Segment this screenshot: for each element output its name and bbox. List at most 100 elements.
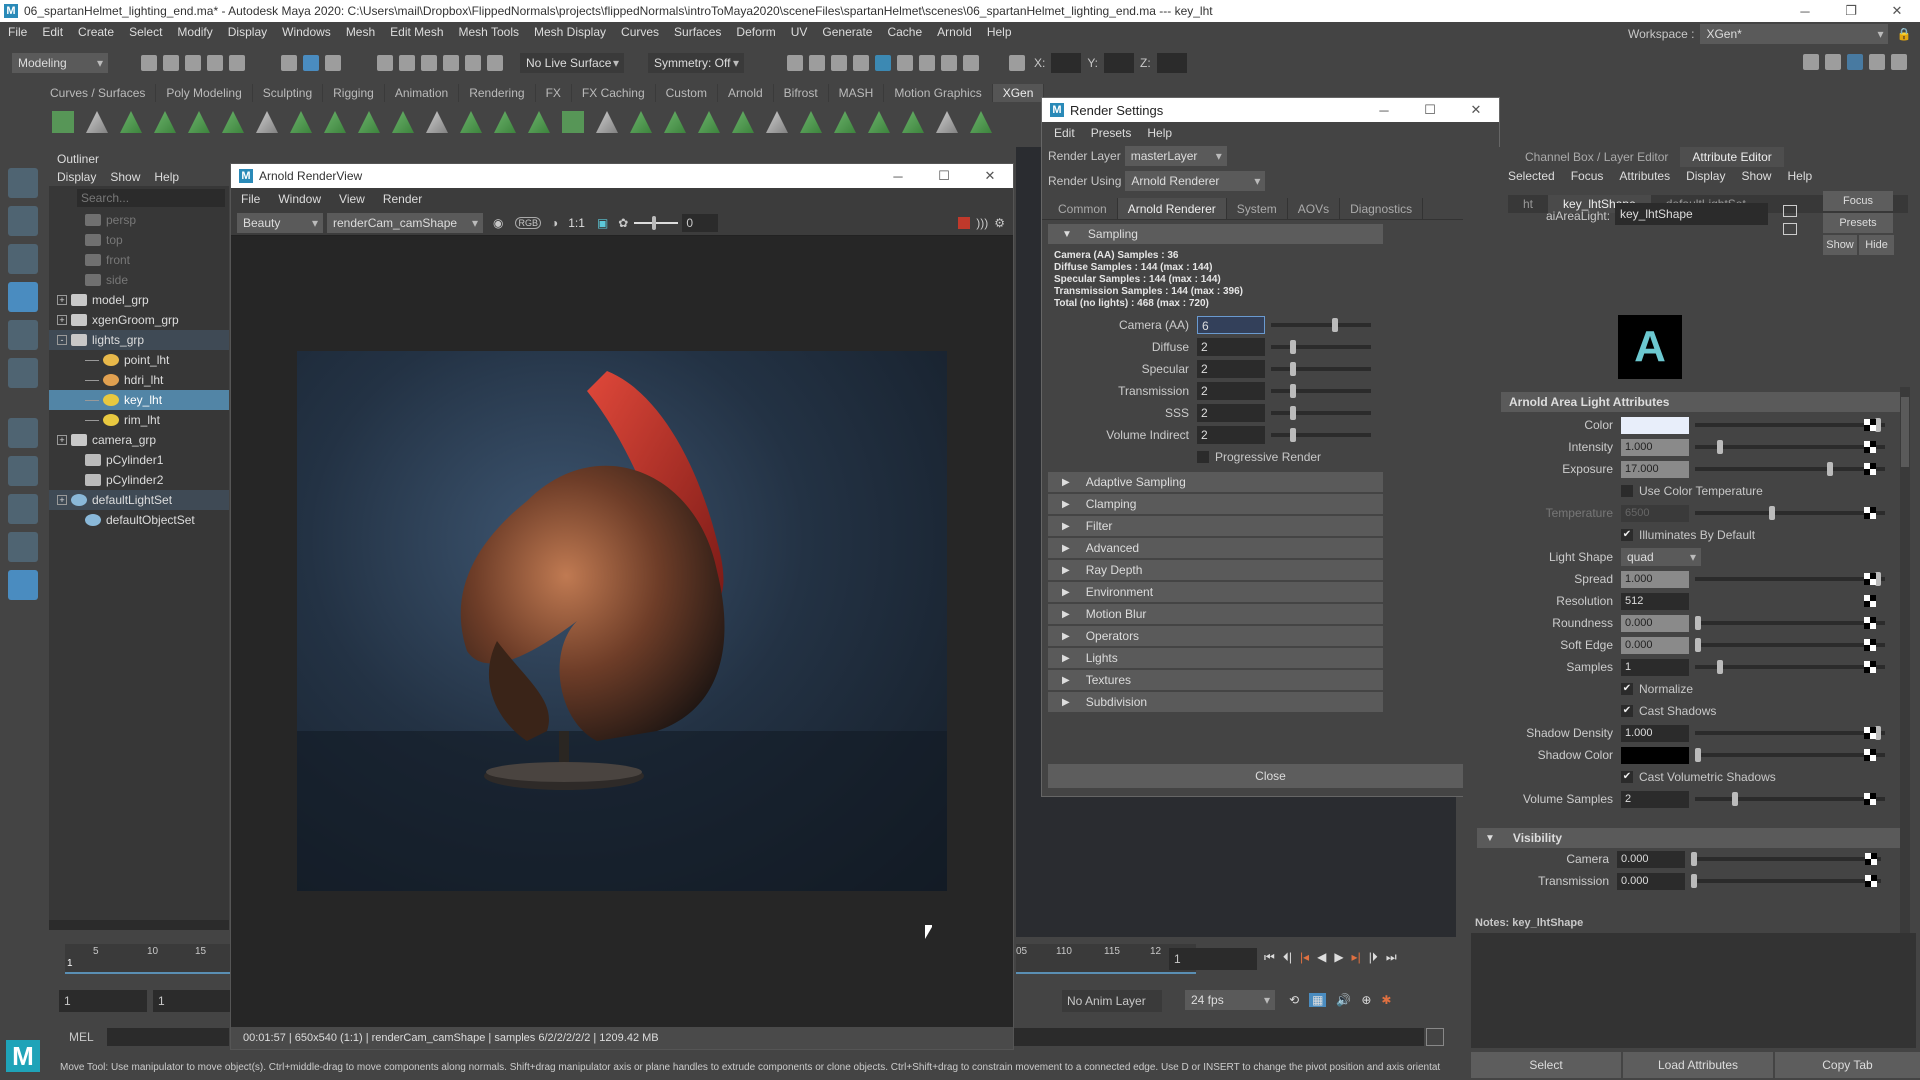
shelf-tool-icon[interactable]	[188, 111, 210, 133]
normalize-checkbox[interactable]: ✔	[1621, 683, 1633, 695]
resolution-map-button-icon[interactable]	[1864, 595, 1876, 607]
temperature-map-button-icon[interactable]	[1864, 507, 1876, 519]
snap-view-icon[interactable]	[443, 55, 459, 71]
intensity-map-button-icon[interactable]	[1864, 441, 1876, 453]
transmission-map-button-icon[interactable]	[1865, 875, 1877, 887]
command-input[interactable]	[107, 1028, 229, 1046]
camera-aa-samples-slider[interactable]	[1271, 318, 1371, 332]
hypershade-icon[interactable]	[897, 55, 913, 71]
menu-set-dropdown[interactable]: Modeling	[12, 53, 108, 73]
shelf-tool-icon[interactable]	[256, 111, 278, 133]
shelf-tab-fx-caching[interactable]: FX Caching	[572, 84, 656, 102]
workspace-selector[interactable]: Workspace : XGen* 🔒	[1628, 24, 1911, 44]
color-swatch[interactable]	[1621, 416, 1689, 434]
spread-field[interactable]: 1.000	[1621, 570, 1689, 588]
shelf-tool-icon[interactable]	[358, 111, 380, 133]
shelf-tab-mash[interactable]: MASH	[829, 84, 885, 102]
select-button[interactable]: Select	[1471, 1052, 1621, 1078]
shelf-tool-icon[interactable]	[154, 111, 176, 133]
illuminates-by-default-checkbox[interactable]: ✔	[1621, 529, 1633, 541]
close-icon[interactable]: ✕	[967, 165, 1013, 187]
outliner-item-pcylinder1[interactable]: pCylinder1	[49, 450, 229, 470]
outliner-item-model-grp[interactable]: + model_grp	[49, 290, 229, 310]
expand-toggle-icon[interactable]: +	[57, 495, 67, 505]
shelf-tool-icon[interactable]	[834, 111, 856, 133]
mel-label[interactable]: MEL	[69, 1030, 94, 1044]
roundness-field[interactable]: 0.000	[1621, 614, 1689, 632]
transmission-slider[interactable]	[1691, 874, 1881, 888]
roundness-map-button-icon[interactable]	[1864, 617, 1876, 629]
scale-tool-icon[interactable]	[8, 358, 38, 388]
ipr-render-icon[interactable]	[831, 55, 847, 71]
outliner-item-rim-lht[interactable]: rim_lht	[49, 410, 229, 430]
shelf-tool-icon[interactable]	[630, 111, 652, 133]
menu-help[interactable]: Help	[987, 25, 1012, 39]
tab-attribute-editor[interactable]: Attribute Editor	[1680, 147, 1784, 167]
outliner-item-front[interactable]: front	[49, 250, 229, 270]
shelf-tool-icon[interactable]	[936, 111, 958, 133]
menu-surfaces[interactable]: Surfaces	[674, 25, 721, 39]
shelf-tab-fx[interactable]: FX	[536, 84, 572, 102]
tab-system[interactable]: System	[1227, 198, 1288, 219]
anim-layer-dropdown[interactable]: No Anim Layer	[1062, 990, 1162, 1012]
range-start-field[interactable]: 1	[153, 990, 233, 1012]
shelf-tool-icon[interactable]	[902, 111, 924, 133]
maximize-icon[interactable]: ☐	[921, 165, 967, 187]
menu-mesh-tools[interactable]: Mesh Tools	[459, 25, 519, 39]
minimize-icon[interactable]: ─	[875, 165, 921, 187]
volume-samples-slider[interactable]	[1695, 792, 1885, 806]
attribute-editor-menu-attributes[interactable]: Attributes	[1619, 169, 1670, 183]
shelf-tool-icon[interactable]	[868, 111, 890, 133]
section-header-motion-blur[interactable]: ▶ Motion Blur	[1048, 604, 1383, 624]
samples-field[interactable]: 1	[1621, 658, 1689, 676]
shelf-tool-icon[interactable]	[120, 111, 142, 133]
menu-modify[interactable]: Modify	[177, 25, 212, 39]
area-light-attributes-header[interactable]: Arnold Area Light Attributes	[1501, 392, 1906, 412]
menu-edit-mesh[interactable]: Edit Mesh	[390, 25, 443, 39]
open-scene-icon[interactable]	[163, 55, 179, 71]
aov-dropdown[interactable]: Beauty	[237, 212, 323, 233]
exposure-slider[interactable]	[1695, 462, 1885, 476]
play-backward-icon[interactable]: ◀	[1317, 950, 1326, 965]
rgb-channel-icon[interactable]: RGB	[515, 216, 541, 229]
copy-tab-button[interactable]: Copy Tab	[1775, 1052, 1920, 1078]
shelf-tab-custom[interactable]: Custom	[656, 84, 718, 102]
expand-toggle-icon[interactable]: -	[57, 335, 67, 345]
camera-map-button-icon[interactable]	[1865, 853, 1877, 865]
attribute-editor-menu-show[interactable]: Show	[1741, 169, 1771, 183]
spread-slider[interactable]	[1695, 572, 1885, 586]
temperature-field[interactable]: 6500	[1621, 504, 1689, 522]
save-scene-icon[interactable]	[185, 55, 201, 71]
volume-indirect-samples-field[interactable]: 2	[1197, 426, 1265, 444]
menu-arnold[interactable]: Arnold	[937, 25, 972, 39]
render-layer-dropdown[interactable]: masterLayer	[1124, 146, 1227, 166]
stop-render-icon[interactable]	[958, 216, 971, 229]
redo-icon[interactable]	[229, 55, 245, 71]
attribute-editor-toggle-icon[interactable]	[1847, 54, 1863, 70]
shelf-tool-icon[interactable]	[52, 111, 74, 133]
menu-create[interactable]: Create	[78, 25, 114, 39]
color-slider[interactable]	[1695, 418, 1885, 432]
section-header-clamping[interactable]: ▶ Clamping	[1048, 494, 1383, 514]
shelf-tab-rigging[interactable]: Rigging	[323, 84, 385, 102]
samples-map-button-icon[interactable]	[1864, 661, 1876, 673]
sampling-section-header[interactable]: ▼ Sampling	[1048, 224, 1383, 244]
hide-button[interactable]: Hide	[1859, 235, 1894, 255]
shadow-density-map-button-icon[interactable]	[1864, 727, 1876, 739]
snap-surface-icon[interactable]	[465, 55, 481, 71]
outliner-item-pcylinder2[interactable]: pCylinder2	[49, 470, 229, 490]
outliner-item-defaultlightset[interactable]: + defaultLightSet	[49, 490, 229, 510]
shelf-tab-rendering[interactable]: Rendering	[459, 84, 536, 102]
snap-curve-icon[interactable]	[399, 55, 415, 71]
shadow-color-swatch[interactable]	[1621, 746, 1689, 764]
x-field[interactable]	[1051, 53, 1082, 73]
shelf-tab-xgen[interactable]: XGen	[992, 84, 1045, 102]
cache-playback-icon[interactable]: ▦	[1309, 993, 1327, 1007]
focus-button[interactable]: Focus	[1823, 191, 1893, 211]
volume-samples-field[interactable]: 2	[1621, 790, 1689, 808]
move-tool-icon[interactable]	[8, 282, 38, 312]
shelf-tool-icon[interactable]	[324, 111, 346, 133]
shadow-density-slider[interactable]	[1695, 726, 1885, 740]
soft-edge-slider[interactable]	[1695, 638, 1885, 652]
diffuse-samples-slider[interactable]	[1271, 340, 1371, 354]
